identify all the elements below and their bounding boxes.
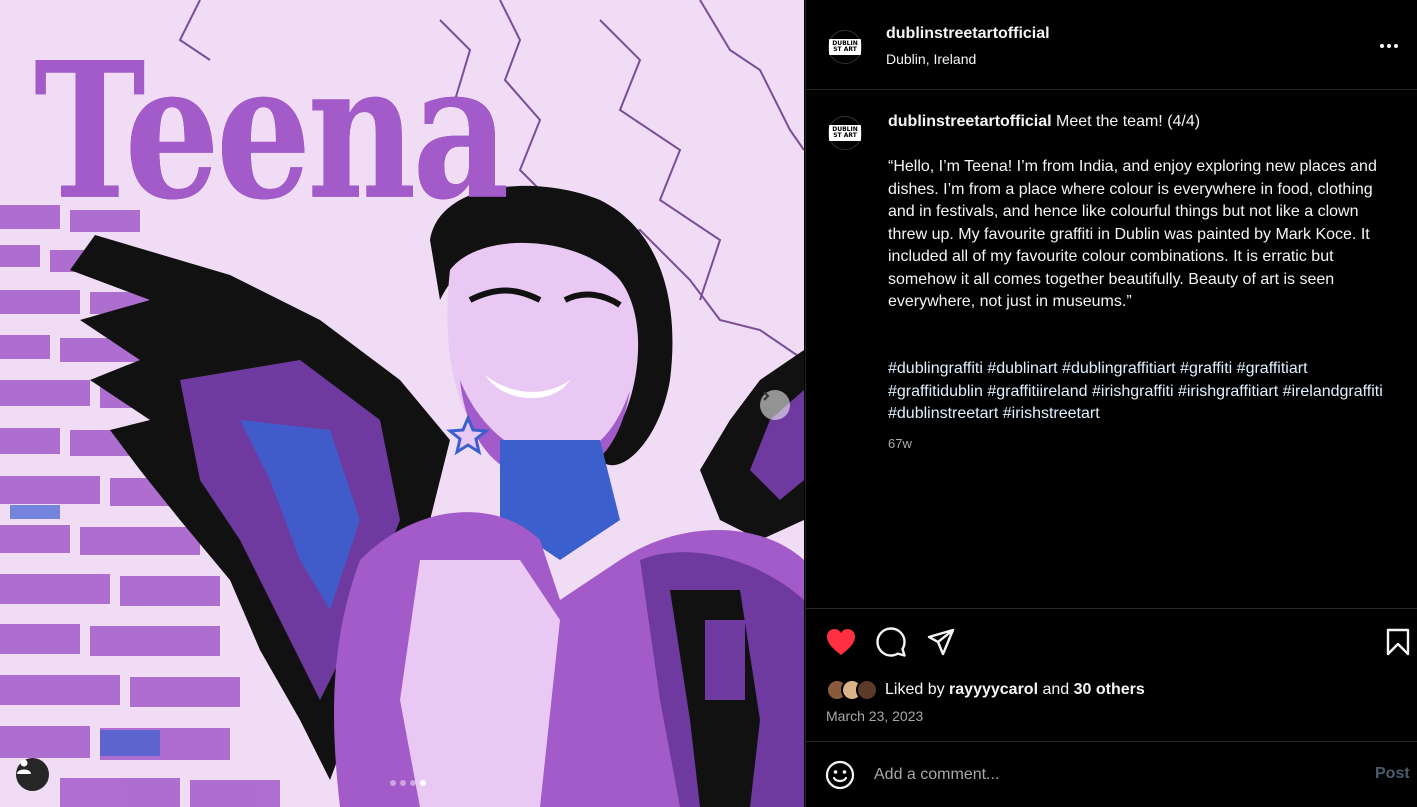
carousel-dot-active (420, 780, 426, 786)
bookmark-icon (1386, 628, 1410, 656)
post-date: March 23, 2023 (826, 708, 924, 724)
post-comment-button[interactable]: Post (1375, 765, 1410, 783)
post-details-panel: DUBLIN ST ART dublinstreetartofficial Du… (805, 0, 1417, 807)
caption-age: 67w (888, 436, 912, 451)
comment-bar: Post (806, 741, 1417, 807)
emoji-icon (825, 760, 855, 790)
share-icon (927, 628, 955, 656)
avatar-logo: DUBLIN ST ART (829, 125, 861, 141)
next-slide-button[interactable] (760, 390, 790, 420)
tagged-users-button[interactable] (16, 758, 49, 791)
liked-by-user[interactable]: rayyyycarol (949, 681, 1038, 698)
heart-filled-icon (827, 629, 855, 655)
liked-by-row[interactable]: Liked by rayyyycarol and 30 others (826, 677, 1145, 703)
carousel-dot (390, 780, 396, 786)
liker-avatar (856, 679, 878, 701)
post-image[interactable]: Teena (0, 0, 804, 807)
carousel-dot (410, 780, 416, 786)
liked-by-and: and (1042, 681, 1070, 698)
liked-by-others[interactable]: 30 others (1074, 681, 1145, 698)
liked-by-text: Liked by rayyyycarol and 30 others (885, 681, 1145, 699)
artwork-title: Teena (34, 21, 510, 242)
chevron-right-icon (763, 391, 770, 401)
caption-body: “Hello, I’m Teena! I’m from India, and e… (888, 158, 1377, 310)
caption-hashtags[interactable]: #dublingraffiti #dublinart #dublingraffi… (888, 358, 1398, 426)
liked-by-prefix: Liked by (885, 681, 945, 698)
caption-title: Meet the team! (4/4) (1056, 113, 1201, 130)
post-location[interactable]: Dublin, Ireland (886, 51, 976, 67)
emoji-button[interactable] (824, 759, 856, 791)
caption-section: DUBLIN ST ART dublinstreetartofficial Me… (806, 90, 1417, 608)
share-button[interactable] (924, 625, 958, 659)
like-button[interactable] (824, 625, 858, 659)
caption-username[interactable]: dublinstreetartofficial (888, 113, 1052, 130)
avatar-logo: DUBLIN ST ART (829, 39, 861, 55)
post-header: DUBLIN ST ART dublinstreetartofficial Du… (806, 0, 1417, 90)
avatar[interactable]: DUBLIN ST ART (828, 30, 862, 64)
carousel-indicator (390, 780, 426, 786)
more-options-button[interactable] (1380, 36, 1410, 56)
comment-button[interactable] (874, 625, 908, 659)
action-bar: Liked by rayyyycarol and 30 others March… (806, 608, 1417, 741)
caption-headline: dublinstreetartofficial Meet the team! (… (888, 113, 1398, 131)
avatar[interactable]: DUBLIN ST ART (828, 116, 862, 150)
more-icon (1380, 44, 1384, 48)
save-button[interactable] (1381, 625, 1415, 659)
carousel-dot (400, 780, 406, 786)
person-icon (17, 759, 31, 774)
author-username[interactable]: dublinstreetartofficial (886, 25, 1050, 43)
comment-input[interactable] (874, 762, 1334, 788)
comment-icon (876, 627, 906, 657)
